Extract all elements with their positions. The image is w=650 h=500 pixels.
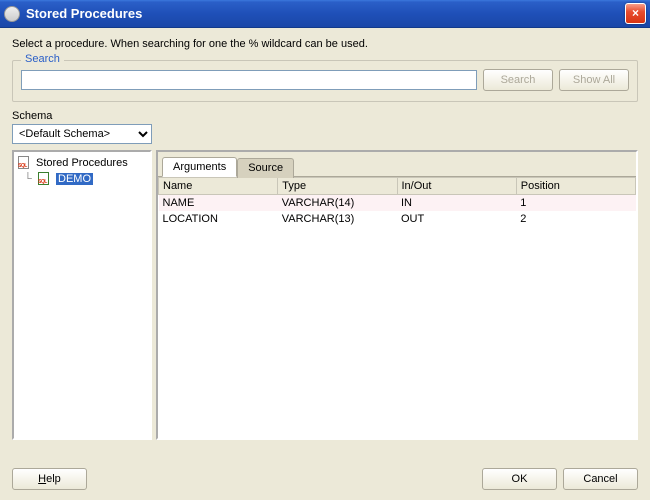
- dialog-footer: Help OK Cancel: [12, 468, 638, 490]
- title-bar: Stored Procedures ×: [0, 0, 650, 28]
- details-panel: Arguments Source Name Type In/Out Positi…: [156, 150, 638, 440]
- tab-arguments[interactable]: Arguments: [162, 157, 237, 177]
- help-button[interactable]: Help: [12, 468, 87, 490]
- search-button[interactable]: Search: [483, 69, 553, 91]
- schema-block: Schema <Default Schema>: [12, 110, 638, 144]
- tabs-bar: Arguments Source: [158, 152, 636, 177]
- tree-item[interactable]: └ DEMO: [24, 172, 146, 186]
- show-all-button[interactable]: Show All: [559, 69, 629, 91]
- app-icon: [4, 6, 20, 22]
- col-inout[interactable]: In/Out: [397, 178, 516, 195]
- ok-button[interactable]: OK: [482, 468, 557, 490]
- table-row[interactable]: LOCATION VARCHAR(13) OUT 2: [159, 211, 636, 227]
- stored-procedures-icon: [18, 156, 32, 170]
- arguments-table-area: Name Type In/Out Position NAME VARCHAR(1…: [158, 177, 636, 438]
- col-position[interactable]: Position: [516, 178, 635, 195]
- tree-item-label: DEMO: [56, 173, 93, 185]
- arguments-table: Name Type In/Out Position NAME VARCHAR(1…: [158, 177, 636, 227]
- table-header-row: Name Type In/Out Position: [159, 178, 636, 195]
- search-fieldset: Search Search Show All: [12, 60, 638, 102]
- table-row[interactable]: NAME VARCHAR(14) IN 1: [159, 195, 636, 212]
- cell-inout: OUT: [397, 211, 516, 227]
- cell-name: LOCATION: [159, 211, 278, 227]
- cell-name: NAME: [159, 195, 278, 212]
- search-legend: Search: [21, 53, 64, 65]
- cancel-button[interactable]: Cancel: [563, 468, 638, 490]
- tab-source[interactable]: Source: [237, 158, 294, 178]
- schema-label: Schema: [12, 110, 638, 122]
- search-input[interactable]: [21, 70, 477, 90]
- cell-inout: IN: [397, 195, 516, 212]
- cell-position: 2: [516, 211, 635, 227]
- procedure-icon: [38, 172, 52, 186]
- instructions-text: Select a procedure. When searching for o…: [12, 38, 638, 50]
- cell-type: VARCHAR(14): [278, 195, 397, 212]
- tree-root-item[interactable]: Stored Procedures: [18, 156, 146, 170]
- tree-root-label: Stored Procedures: [36, 157, 128, 169]
- close-button[interactable]: ×: [625, 3, 646, 24]
- schema-select[interactable]: <Default Schema>: [12, 124, 152, 144]
- col-name[interactable]: Name: [159, 178, 278, 195]
- procedure-tree[interactable]: Stored Procedures └ DEMO: [12, 150, 152, 440]
- cell-type: VARCHAR(13): [278, 211, 397, 227]
- window-title: Stored Procedures: [26, 6, 625, 21]
- cell-position: 1: [516, 195, 635, 212]
- col-type[interactable]: Type: [278, 178, 397, 195]
- tree-connector-icon: └: [24, 173, 34, 185]
